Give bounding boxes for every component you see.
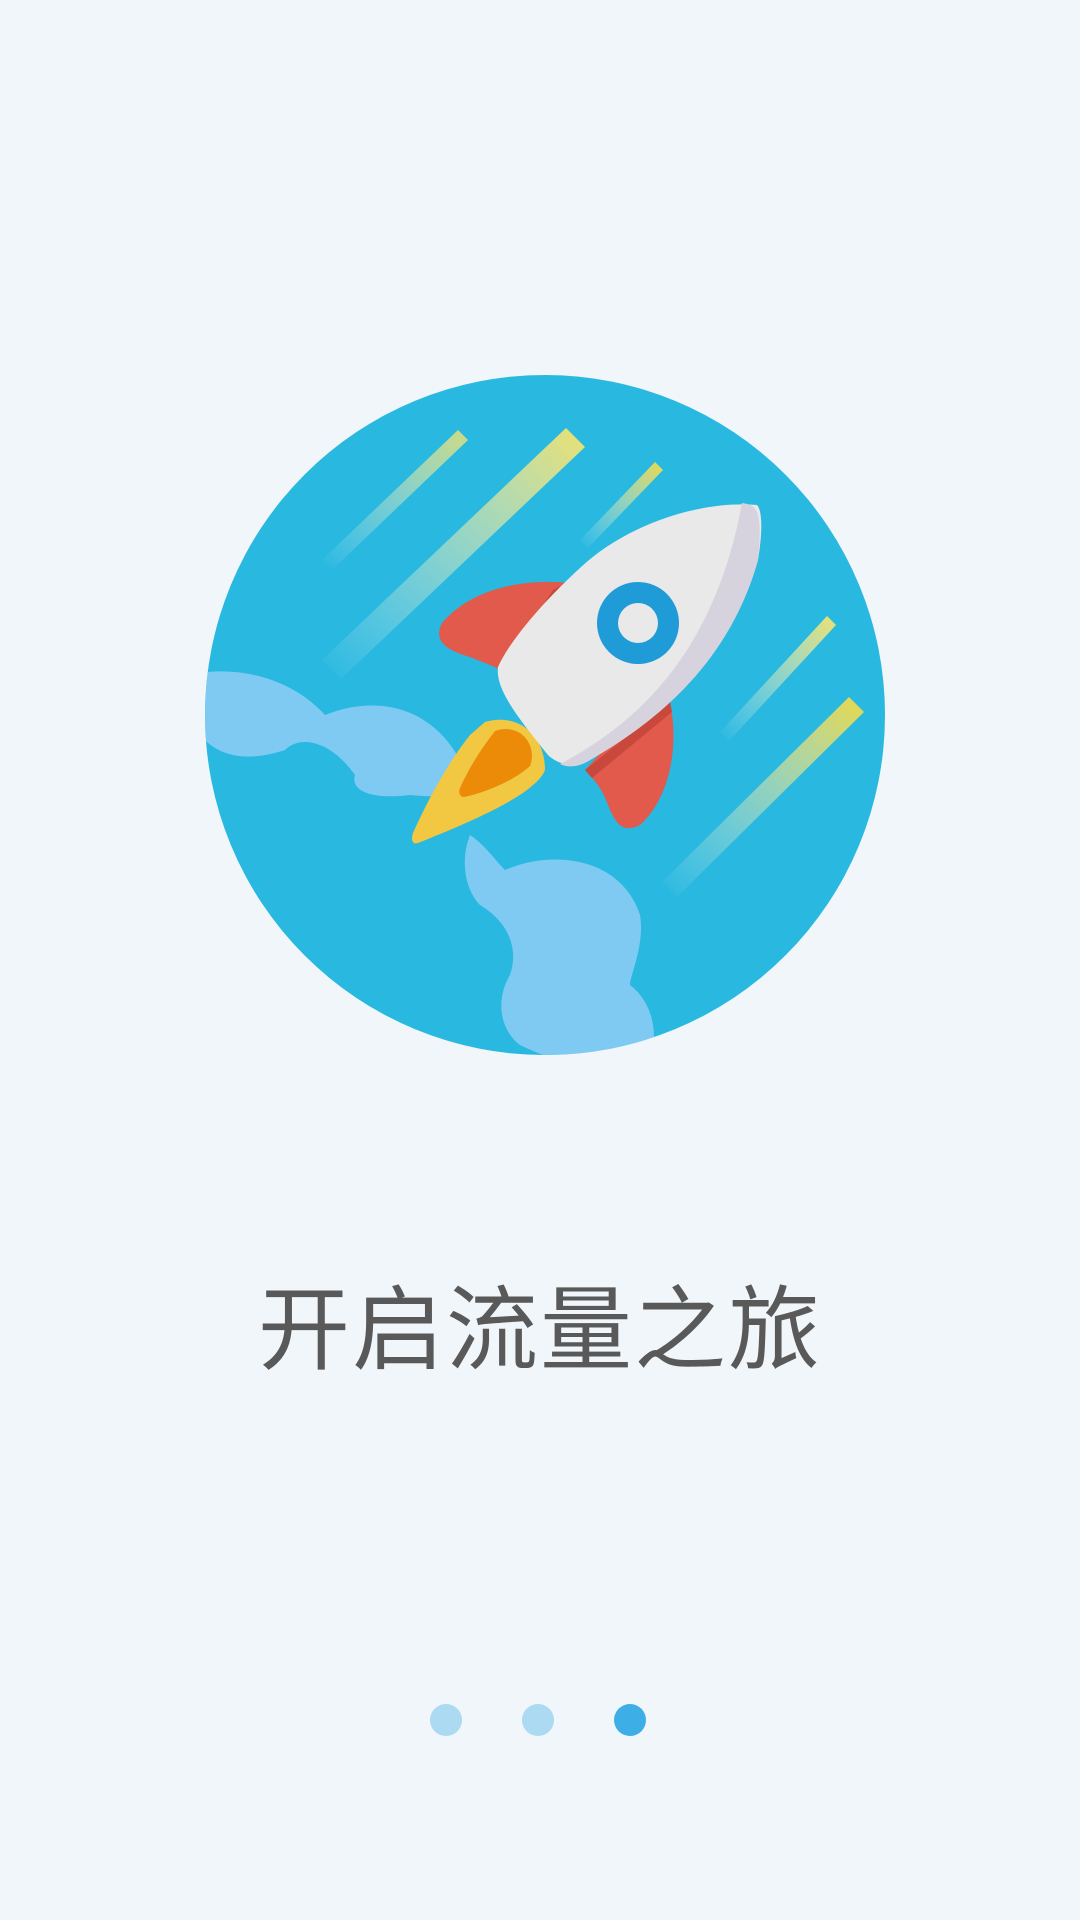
page-indicator[interactable] [0,1704,1080,1738]
page-dot-1[interactable] [430,1704,462,1736]
page-dot-3-active[interactable] [614,1704,646,1736]
rocket-illustration [205,375,885,1055]
page-dot-2[interactable] [522,1704,554,1736]
page-title: 开启流量之旅 [257,1277,822,1384]
splash-screen: 开启流量之旅 [0,0,1080,1920]
